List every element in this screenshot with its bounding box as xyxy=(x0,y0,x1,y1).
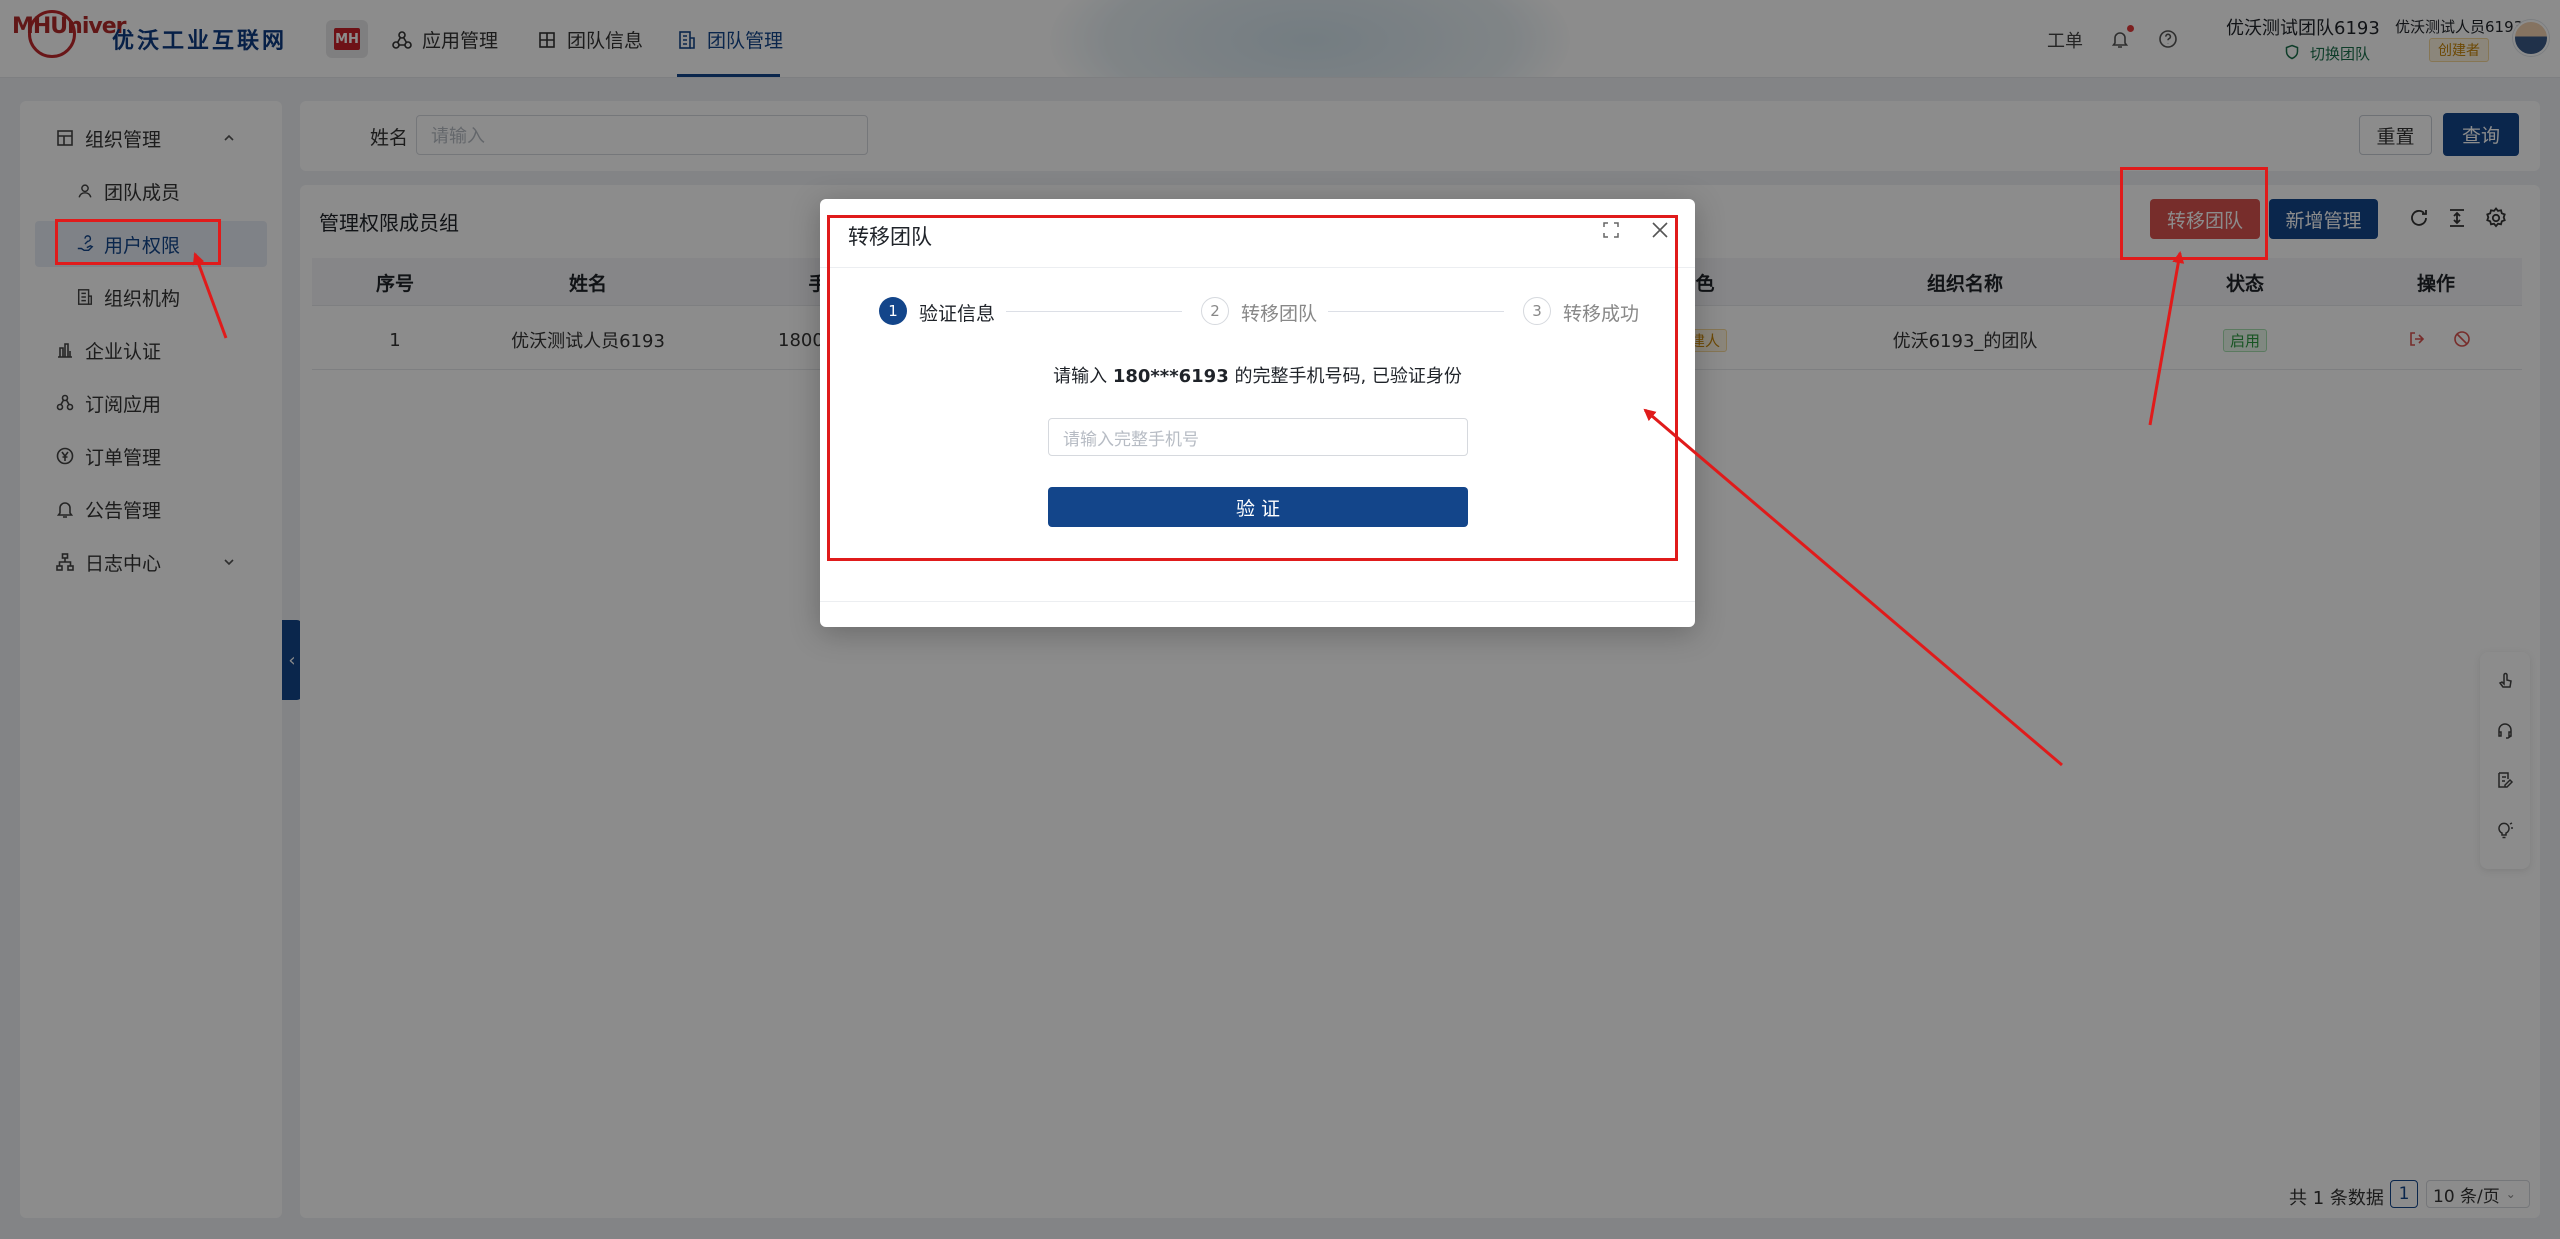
annotation-arrows xyxy=(192,251,2185,767)
arrow-to-modal xyxy=(1643,408,2063,767)
arrow-to-transfer-button xyxy=(2148,251,2185,426)
arrow-to-sidebar xyxy=(192,252,228,339)
